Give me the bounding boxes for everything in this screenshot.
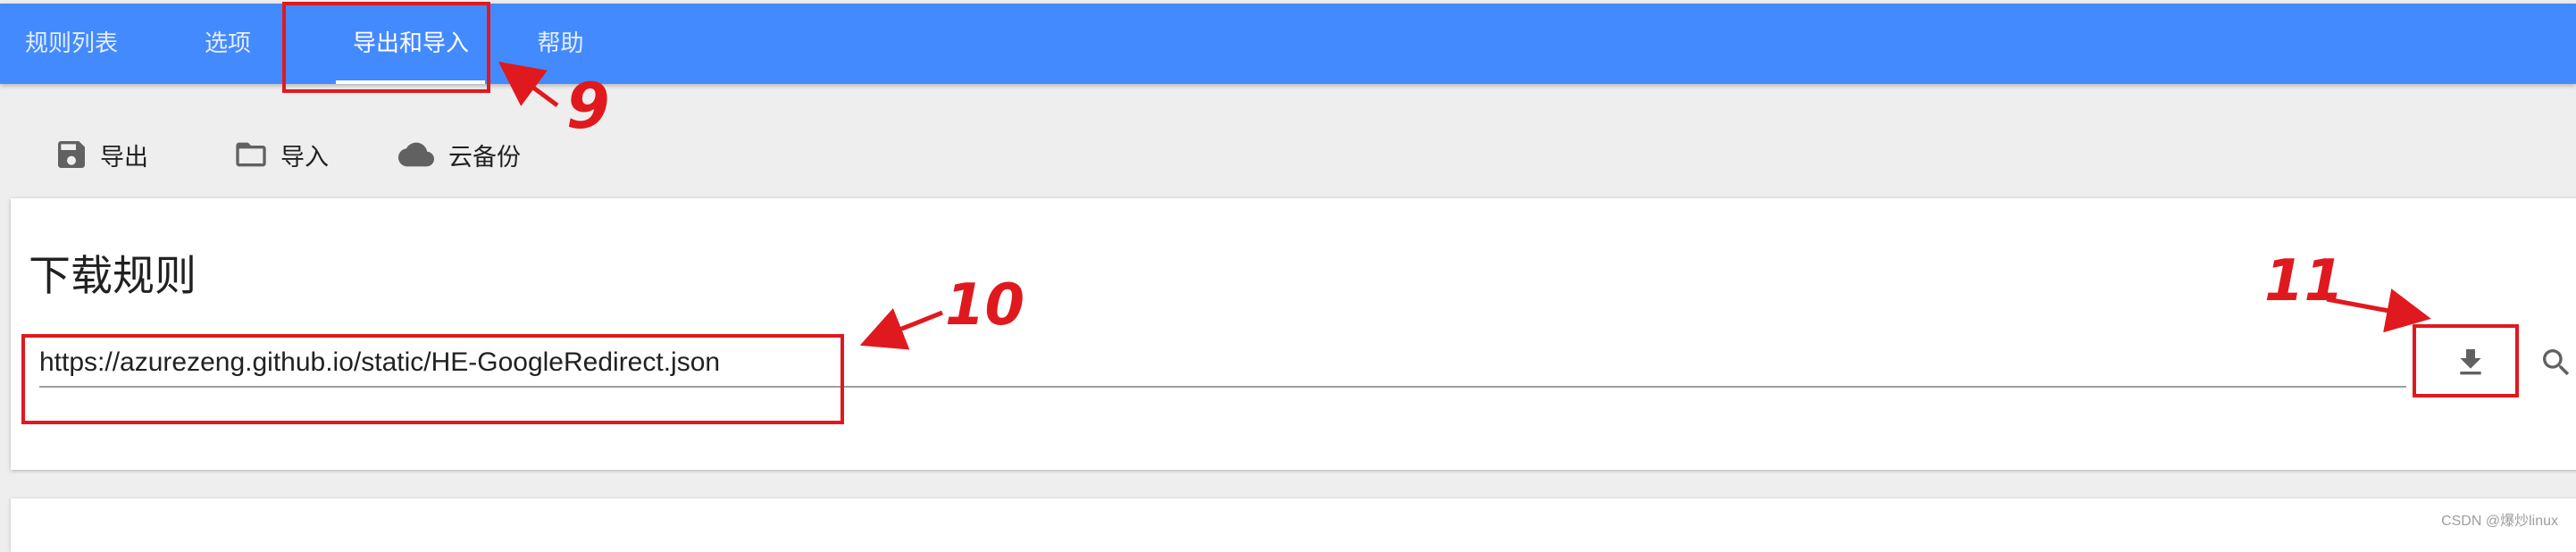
annotation-number-9: 9 <box>566 70 610 143</box>
arrow-to-tab <box>498 62 559 108</box>
annotation-number-11: 11 <box>2264 248 2345 314</box>
annotation-number-10: 10 <box>945 272 1025 339</box>
watermark: CSDN @爆炒linux <box>2441 514 2558 529</box>
arrow-to-url <box>859 307 943 350</box>
annotation-arrows <box>498 62 2431 350</box>
